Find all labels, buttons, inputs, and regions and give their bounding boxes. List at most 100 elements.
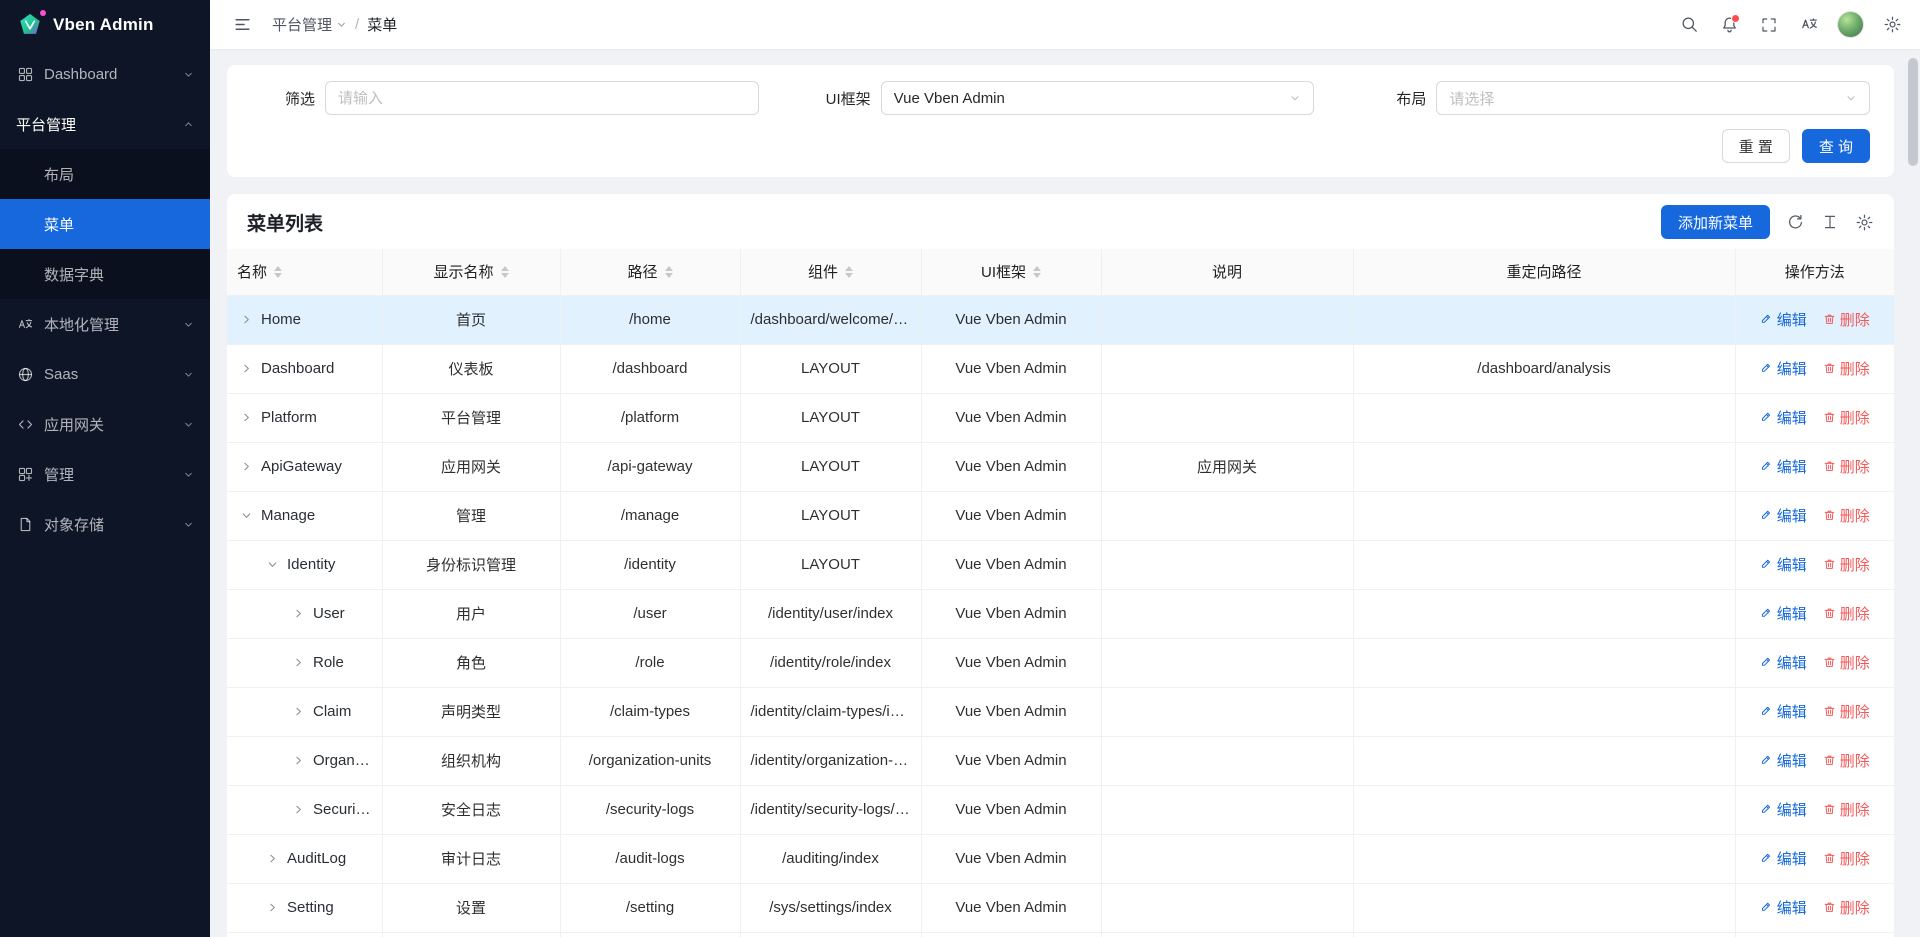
scrollbar-thumb[interactable]: [1908, 58, 1918, 166]
delete-button[interactable]: 删除: [1823, 505, 1870, 526]
edit-button[interactable]: 编辑: [1760, 309, 1807, 330]
delete-button[interactable]: 删除: [1823, 309, 1870, 330]
collapse-row-icon[interactable]: [267, 559, 278, 570]
settings-icon[interactable]: [1874, 7, 1910, 43]
filter-label: 筛选: [251, 88, 315, 109]
sidebar-item[interactable]: 平台管理: [0, 99, 210, 149]
column-header[interactable]: UI框架: [921, 249, 1101, 295]
filter-keyword-input[interactable]: [325, 81, 759, 115]
delete-button[interactable]: 删除: [1823, 701, 1870, 722]
sidebar-item[interactable]: Dashboard: [0, 49, 210, 99]
delete-button[interactable]: 删除: [1823, 750, 1870, 771]
delete-button[interactable]: 删除: [1823, 799, 1870, 820]
expand-row-icon[interactable]: [241, 412, 252, 423]
column-header[interactable]: 名称: [227, 249, 382, 295]
cell-component: /identity/security-logs/i...: [740, 785, 921, 834]
edit-button[interactable]: 编辑: [1760, 505, 1807, 526]
ui-framework-select[interactable]: Vue Vben Admin: [881, 81, 1315, 115]
expand-row-icon[interactable]: [293, 657, 304, 668]
expand-row-icon[interactable]: [267, 853, 278, 864]
sidebar-subitem[interactable]: 数据字典: [0, 249, 210, 299]
row-height-icon[interactable]: [1821, 213, 1839, 231]
sidebar-subitem[interactable]: 布局: [0, 149, 210, 199]
refresh-icon[interactable]: [1786, 213, 1805, 232]
edit-button[interactable]: 编辑: [1760, 358, 1807, 379]
logo[interactable]: Vben Admin: [0, 0, 210, 49]
edit-button[interactable]: 编辑: [1760, 750, 1807, 771]
expand-row-icon[interactable]: [241, 363, 252, 374]
expand-row-icon[interactable]: [241, 314, 252, 325]
sidebar-menu: Dashboard平台管理布局菜单数据字典本地化管理Saas应用网关管理对象存储: [0, 49, 210, 937]
expand-row-icon[interactable]: [293, 608, 304, 619]
search-button[interactable]: 查 询: [1802, 129, 1870, 163]
delete-button[interactable]: 删除: [1823, 897, 1870, 918]
cell-name: Dashboard: [227, 344, 382, 393]
expand-row-icon[interactable]: [267, 902, 278, 913]
cell-path: /identity: [560, 540, 740, 589]
cell-path: /user: [560, 589, 740, 638]
cell-description: [1101, 344, 1353, 393]
table-row: Organiz...组织机构/organization-units/identi…: [227, 736, 1894, 785]
reset-button[interactable]: 重 置: [1722, 129, 1790, 163]
sidebar-item-label: 对象存储: [44, 514, 173, 535]
cell-display-name: 安全日志: [382, 785, 560, 834]
edit-button[interactable]: 编辑: [1760, 897, 1807, 918]
delete-button[interactable]: 删除: [1823, 652, 1870, 673]
menu-fold-icon[interactable]: [224, 7, 260, 43]
edit-button[interactable]: 编辑: [1760, 554, 1807, 575]
edit-button[interactable]: 编辑: [1760, 848, 1807, 869]
cell-redirect: [1353, 687, 1735, 736]
cell-description: [1101, 638, 1353, 687]
sidebar-subitem[interactable]: 菜单: [0, 199, 210, 249]
scrollbar[interactable]: [1908, 52, 1918, 937]
sidebar-item[interactable]: 应用网关: [0, 399, 210, 449]
column-header[interactable]: 路径: [560, 249, 740, 295]
language-icon[interactable]: [1791, 7, 1827, 43]
notification-icon[interactable]: [1711, 7, 1747, 43]
pencil-icon: [1760, 509, 1773, 522]
edit-button[interactable]: 编辑: [1760, 652, 1807, 673]
breadcrumb-item-platform[interactable]: 平台管理: [272, 14, 347, 35]
delete-button[interactable]: 删除: [1823, 358, 1870, 379]
sidebar-item[interactable]: 本地化管理: [0, 299, 210, 349]
filter-label: UI框架: [807, 88, 871, 109]
search-icon[interactable]: [1671, 7, 1707, 43]
breadcrumb-item-menu[interactable]: 菜单: [367, 14, 397, 35]
cell-name: Identity: [227, 540, 382, 589]
sort-icon[interactable]: [845, 266, 853, 278]
fullscreen-icon[interactable]: [1751, 7, 1787, 43]
cell-actions: 编辑删除: [1735, 540, 1894, 589]
pencil-icon: [1760, 901, 1773, 914]
layout-select[interactable]: 请选择: [1436, 81, 1870, 115]
column-header[interactable]: 组件: [740, 249, 921, 295]
sidebar-item[interactable]: Saas: [0, 349, 210, 399]
manage-icon: [16, 465, 34, 483]
sort-icon[interactable]: [665, 266, 673, 278]
edit-button[interactable]: 编辑: [1760, 701, 1807, 722]
delete-button[interactable]: 删除: [1823, 407, 1870, 428]
sort-icon[interactable]: [1033, 266, 1041, 278]
delete-button[interactable]: 删除: [1823, 848, 1870, 869]
collapse-row-icon[interactable]: [241, 510, 252, 521]
expand-row-icon[interactable]: [293, 804, 304, 815]
edit-button[interactable]: 编辑: [1760, 603, 1807, 624]
expand-row-icon[interactable]: [241, 461, 252, 472]
add-menu-button[interactable]: 添加新菜单: [1661, 205, 1770, 239]
expand-row-icon[interactable]: [293, 706, 304, 717]
edit-button[interactable]: 编辑: [1760, 407, 1807, 428]
expand-row-icon[interactable]: [293, 755, 304, 766]
column-header[interactable]: 显示名称: [382, 249, 560, 295]
sort-icon[interactable]: [501, 266, 509, 278]
delete-button[interactable]: 删除: [1823, 456, 1870, 477]
edit-button[interactable]: 编辑: [1760, 456, 1807, 477]
sidebar-item[interactable]: 管理: [0, 449, 210, 499]
cell-name: AuditLog: [227, 834, 382, 883]
edit-button[interactable]: 编辑: [1760, 799, 1807, 820]
delete-button[interactable]: 删除: [1823, 603, 1870, 624]
sidebar-item[interactable]: 对象存储: [0, 499, 210, 549]
delete-button[interactable]: 删除: [1823, 554, 1870, 575]
cell-description: [1101, 883, 1353, 932]
column-settings-icon[interactable]: [1855, 213, 1874, 232]
sort-icon[interactable]: [274, 266, 282, 278]
avatar[interactable]: [1837, 11, 1864, 38]
